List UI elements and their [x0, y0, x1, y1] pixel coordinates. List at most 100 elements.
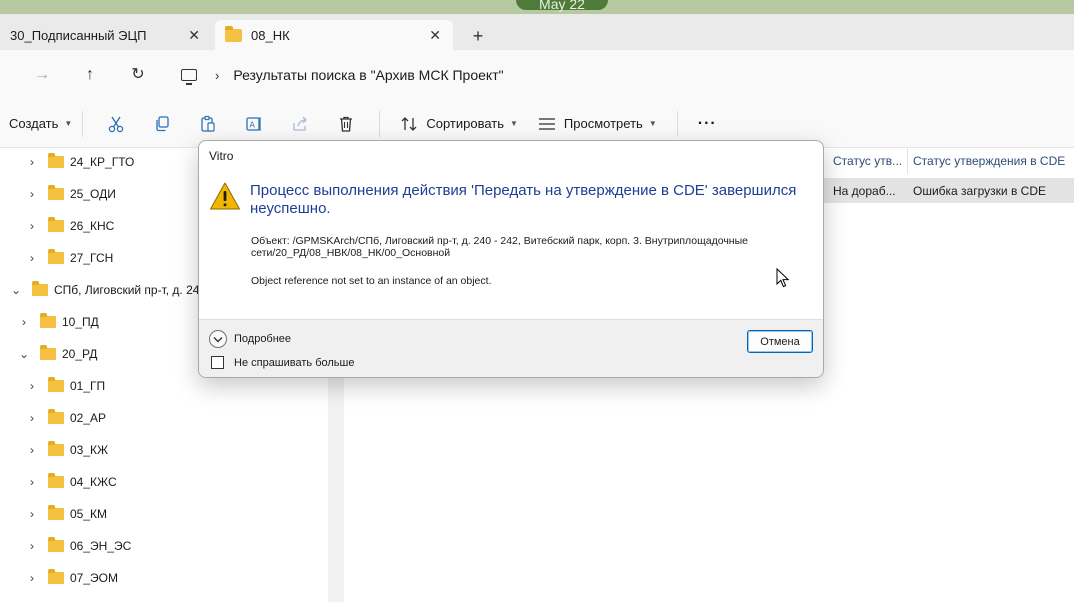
- chevron-down-icon: ▼: [510, 119, 518, 128]
- this-pc-icon: [181, 69, 197, 85]
- view-label: Просмотреть: [563, 116, 643, 131]
- create-button[interactable]: Создать ▼: [9, 116, 72, 131]
- nav-item[interactable]: › 24_КР_ГТО: [26, 146, 134, 178]
- rename-icon[interactable]: A: [242, 112, 266, 136]
- nav-item[interactable]: › 02_АР: [26, 402, 106, 434]
- chevron-down-icon[interactable]: [209, 330, 227, 348]
- chevron-right-icon[interactable]: ›: [26, 155, 38, 169]
- folder-icon: [40, 345, 56, 360]
- sort-icon: [401, 116, 417, 131]
- chevron-right-icon[interactable]: ›: [26, 251, 38, 265]
- paste-icon[interactable]: [196, 112, 220, 136]
- nav-item[interactable]: ⌄ СПб, Лиговский пр-т, д. 24: [10, 274, 199, 306]
- nav-item-label: 26_КНС: [70, 219, 115, 233]
- address-bar: → ↑ ↻ › Результаты поиска в "Архив МСК П…: [0, 50, 1074, 100]
- chevron-down-icon[interactable]: ⌄: [18, 347, 30, 361]
- svg-text:A: A: [250, 120, 256, 129]
- more-options-button[interactable]: ···: [698, 115, 717, 133]
- nav-item[interactable]: ⌄ 20_РД: [18, 338, 97, 370]
- nav-item[interactable]: › 10_ПД: [18, 306, 99, 338]
- dialog-footer: Подробнее Не спрашивать больше Отмена: [199, 319, 823, 377]
- chevron-right-icon[interactable]: ›: [26, 411, 38, 425]
- dont-ask-again-label: Не спрашивать больше: [234, 356, 355, 369]
- refresh-icon[interactable]: ↻: [126, 63, 150, 87]
- chevron-right-icon[interactable]: ›: [26, 443, 38, 457]
- folder-icon: [48, 249, 64, 264]
- desktop-wallpaper: May 22: [0, 0, 1074, 14]
- toolbar-divider: [676, 110, 678, 137]
- folder-icon: [225, 25, 242, 42]
- forward-arrow-icon[interactable]: →: [30, 63, 54, 87]
- folder-icon: [48, 505, 64, 520]
- share-icon[interactable]: [288, 112, 312, 136]
- chevron-down-icon[interactable]: ⌄: [10, 283, 22, 297]
- tab-label: 08_НК: [251, 27, 290, 43]
- nav-item[interactable]: › 03_КЖ: [26, 434, 108, 466]
- close-tab-icon[interactable]: ✕: [429, 27, 441, 44]
- nav-item-label: 03_КЖ: [70, 443, 109, 457]
- folder-icon: [48, 441, 64, 456]
- nav-item[interactable]: › 01_ГП: [26, 370, 105, 402]
- column-header-cde-status[interactable]: Статус утверждения в CDE: [908, 148, 1074, 174]
- nav-item[interactable]: › 05_КМ: [26, 498, 107, 530]
- copy-icon[interactable]: [150, 112, 174, 136]
- nav-item-label: 02_АР: [70, 411, 107, 425]
- cell-cde-status: Ошибка загрузки в CDE: [913, 183, 1046, 198]
- chevron-right-icon[interactable]: ›: [26, 507, 38, 521]
- new-tab-button[interactable]: +: [466, 24, 490, 48]
- sort-button[interactable]: Сортировать ▼: [400, 116, 518, 132]
- nav-item[interactable]: › 06_ЭН_ЭС: [26, 530, 131, 562]
- warning-icon: [209, 181, 241, 214]
- chevron-right-icon[interactable]: ›: [26, 539, 38, 553]
- nav-item[interactable]: › 27_ГСН: [26, 242, 113, 274]
- tab-label: 30_Подписанный ЭЦП: [10, 27, 147, 43]
- nav-item-label: 10_ПД: [62, 315, 99, 329]
- taskbar-date-pill: May 22: [516, 0, 608, 12]
- dont-ask-again-checkbox[interactable]: [211, 356, 224, 369]
- details-label: Подробнее: [234, 333, 292, 345]
- cell-status: На дораб...: [833, 183, 896, 198]
- column-header-status[interactable]: Статус утв...: [828, 148, 908, 174]
- folder-icon: [48, 377, 64, 392]
- nav-item-label: 20_РД: [62, 347, 98, 361]
- folder-icon: [48, 185, 64, 200]
- folder-icon: [40, 313, 56, 328]
- folder-icon: [32, 281, 48, 296]
- close-tab-icon[interactable]: ✕: [188, 27, 200, 44]
- chevron-right-icon[interactable]: ›: [26, 219, 38, 233]
- details-expander[interactable]: Подробнее: [209, 330, 291, 348]
- chevron-right-icon[interactable]: ›: [26, 475, 38, 489]
- nav-item[interactable]: › 04_КЖС: [26, 466, 117, 498]
- tab-bar: 30_Подписанный ЭЦП ✕ 08_НК ✕ +: [0, 14, 1074, 50]
- dialog-main-message: Процесс выполнения действия 'Передать на…: [250, 182, 797, 217]
- breadcrumb[interactable]: › Результаты поиска в "Архив МСК Проект": [168, 58, 1074, 92]
- up-arrow-icon[interactable]: ↑: [78, 63, 102, 87]
- toolbar-divider: [379, 110, 381, 137]
- nav-item-label: СПб, Лиговский пр-т, д. 24: [54, 283, 200, 297]
- chevron-right-icon[interactable]: ›: [26, 379, 38, 393]
- nav-item[interactable]: › 07_ЭОМ: [26, 562, 118, 594]
- cancel-button[interactable]: Отмена: [747, 330, 813, 353]
- cut-icon[interactable]: [104, 112, 128, 136]
- tab-08-nk[interactable]: 08_НК ✕: [215, 20, 453, 50]
- sort-label: Сортировать: [426, 116, 504, 131]
- nav-item[interactable]: › 25_ОДИ: [26, 178, 116, 210]
- nav-item-label: 24_КР_ГТО: [70, 155, 135, 169]
- dialog-error-text: Object reference not set to an instance …: [251, 275, 492, 287]
- dont-ask-again-option[interactable]: Не спрашивать больше: [211, 356, 354, 369]
- nav-item-label: 06_ЭН_ЭС: [70, 539, 132, 553]
- chevron-right-icon[interactable]: ›: [26, 187, 38, 201]
- view-list-icon: [538, 117, 555, 130]
- chevron-right-icon[interactable]: ›: [18, 315, 30, 329]
- folder-icon: [48, 537, 64, 552]
- delete-icon[interactable]: [334, 112, 358, 136]
- chevron-right-icon[interactable]: ›: [215, 68, 219, 83]
- nav-item-label: 25_ОДИ: [70, 187, 116, 201]
- nav-item[interactable]: › 26_КНС: [26, 210, 114, 242]
- nav-item-label: 04_КЖС: [70, 475, 117, 489]
- view-button[interactable]: Просмотреть ▼: [538, 116, 657, 131]
- breadcrumb-path[interactable]: Результаты поиска в "Архив МСК Проект": [233, 67, 503, 83]
- tab-podpisanny[interactable]: 30_Подписанный ЭЦП ✕: [0, 20, 212, 50]
- chevron-right-icon[interactable]: ›: [26, 571, 38, 585]
- nav-item-label: 01_ГП: [70, 379, 106, 393]
